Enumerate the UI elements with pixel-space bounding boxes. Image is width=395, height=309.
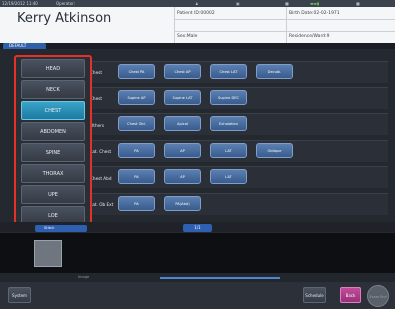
exam-button-chest-pa[interactable]: Chest PA bbox=[118, 64, 155, 79]
datetime: 12/19/2012 11:40 bbox=[2, 1, 38, 6]
top-status-bar: 12/19/2012 11:40 Operator: ♟ ▣ ■ ▬▰▮ ■ bbox=[0, 0, 395, 7]
exam-button-pa-abd[interactable]: PA(Abd) bbox=[164, 196, 201, 211]
exam-button-pa[interactable]: PA bbox=[118, 169, 155, 184]
patient-name: Kerry Atkinson bbox=[17, 11, 112, 26]
body-part-chest[interactable]: CHEST bbox=[21, 101, 85, 120]
exam-button-oblique[interactable]: Oblique bbox=[256, 143, 293, 158]
schedule-button[interactable]: Schedule bbox=[303, 287, 326, 303]
exam-button-apical[interactable]: Apical bbox=[164, 116, 201, 131]
footer-bar bbox=[0, 282, 395, 309]
exam-button-ap[interactable]: AP bbox=[164, 169, 201, 184]
device-icon: ■ bbox=[356, 1, 360, 6]
exam-button-ap[interactable]: AP bbox=[164, 143, 201, 158]
printer-icon: ▣ bbox=[236, 1, 240, 6]
body-part-thorax[interactable]: THORAX bbox=[21, 164, 85, 183]
body-part-upe[interactable]: UPE bbox=[21, 185, 85, 204]
patient-sex: Sex:Male bbox=[177, 34, 198, 39]
back-button[interactable]: Back bbox=[340, 287, 361, 303]
row-label: Others bbox=[90, 123, 105, 128]
status-icon: ■ bbox=[285, 1, 289, 6]
patient-id: Patient ID:00002 bbox=[177, 11, 215, 16]
exam-button-supine-lat[interactable]: Supine LAT bbox=[164, 90, 201, 105]
image-thumbnail[interactable] bbox=[34, 240, 62, 267]
exam-button-chest-obl[interactable]: Chest Obl. bbox=[118, 116, 155, 131]
row-label: Chest Abd bbox=[90, 176, 112, 181]
connection-icon: ▬▰▮ bbox=[310, 1, 320, 6]
birth-date: Birth Date:02-02-1971 bbox=[289, 11, 340, 16]
body-part-abdomen[interactable]: ABDOMEN bbox=[21, 122, 85, 141]
exam-end-button[interactable]: Exam End bbox=[367, 285, 389, 307]
exam-button-supine-ap[interactable]: Supine AP bbox=[118, 90, 155, 105]
body-part-neck[interactable]: NECK bbox=[21, 80, 85, 99]
user-icon: ♟ bbox=[195, 1, 199, 6]
exam-button-pa[interactable]: PA bbox=[118, 196, 155, 211]
exam-button-lat[interactable]: LAT bbox=[210, 169, 247, 184]
timeline-label: Image bbox=[78, 275, 90, 279]
page-indicator: 1/1 bbox=[183, 224, 212, 232]
timeline-scroll-bar[interactable] bbox=[160, 277, 280, 279]
exam-button-decubi[interactable]: Decubi. bbox=[256, 64, 293, 79]
exam-button-pa[interactable]: PA bbox=[118, 143, 155, 158]
exam-button-chest-ap[interactable]: Chest AP bbox=[164, 64, 201, 79]
body-part-spine[interactable]: SPINE bbox=[21, 143, 85, 162]
body-part-head[interactable]: HEAD bbox=[21, 59, 85, 78]
exam-button-lat[interactable]: LAT bbox=[210, 143, 247, 158]
exam-button-exhalation[interactable]: Exhalation bbox=[210, 116, 247, 131]
exam-button-chest-lat[interactable]: Chest LAT bbox=[210, 64, 247, 79]
system-button[interactable]: System bbox=[8, 287, 31, 303]
thumbnail-tab-label: Stitch bbox=[44, 226, 55, 230]
operator-label: Operator: bbox=[56, 1, 76, 6]
exam-button-supine-dec[interactable]: Supine DEC bbox=[210, 90, 247, 105]
row-label: Lat. Ob Ext bbox=[90, 202, 114, 207]
residence-ward: Residence/Ward:9 bbox=[289, 34, 330, 39]
body-part-selector: HEAD NECK CHEST ABDOMEN SPINE THORAX UPE… bbox=[14, 55, 92, 229]
row-label: Lat. Chest bbox=[90, 149, 112, 154]
thumbnail-tab[interactable]: Stitch bbox=[35, 225, 87, 232]
